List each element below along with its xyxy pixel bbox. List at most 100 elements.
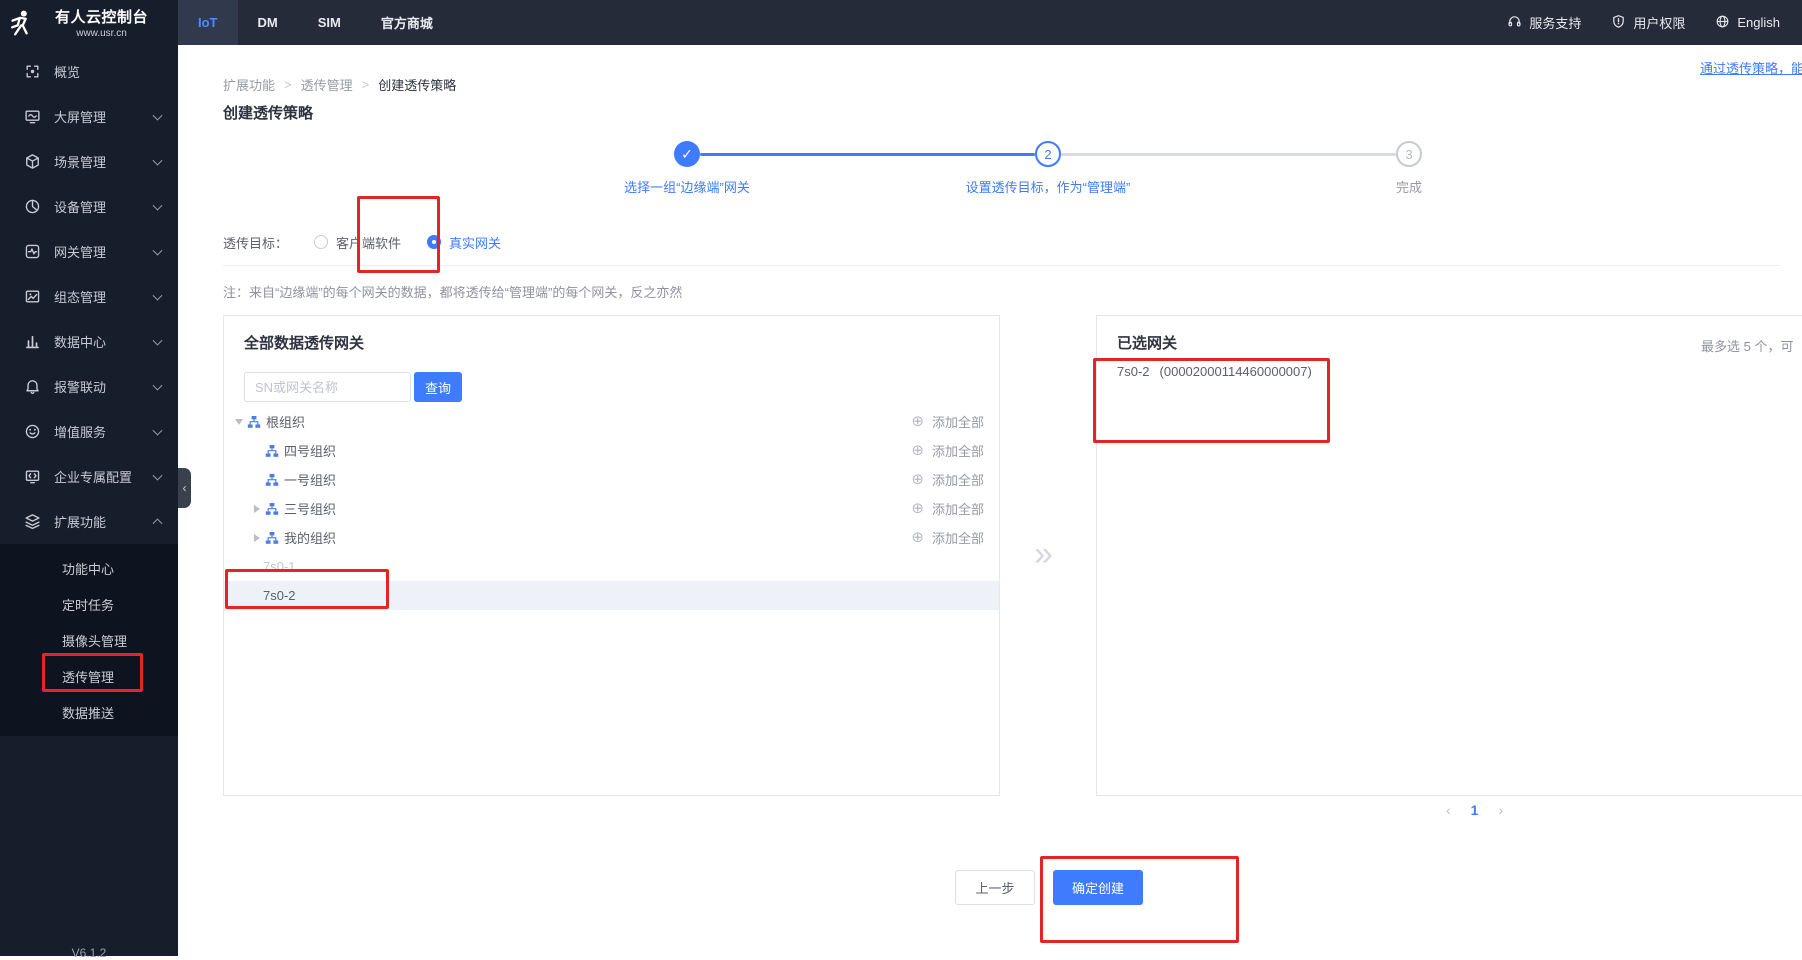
breadcrumb-item-扩展功能[interactable]: 扩展功能 xyxy=(223,75,275,94)
sidebar-item-报警联动[interactable]: 报警联动 xyxy=(0,364,178,409)
headset-icon xyxy=(1507,14,1522,32)
add-all-button[interactable]: ⊕ 添加全部 xyxy=(911,412,984,431)
sidebar-item-label: 增值服务 xyxy=(54,425,107,440)
tree-node-label: 一号组织 xyxy=(284,473,337,488)
step-circle-3: 3 xyxy=(1396,141,1422,167)
add-circle-icon: ⊕ xyxy=(911,500,924,517)
nav-tab-IoT[interactable]: IoT xyxy=(178,0,238,45)
radio-button xyxy=(314,235,329,249)
chevron-down-icon xyxy=(152,155,163,166)
navbar-item-English[interactable]: English xyxy=(1715,14,1780,32)
chevron-down-icon xyxy=(152,110,163,121)
chevron-down-icon xyxy=(152,290,163,301)
chevron-down-icon xyxy=(152,335,163,346)
alarm-icon xyxy=(23,378,41,396)
tree-org-一号组织[interactable]: 一号组织 ⊕ 添加全部 xyxy=(224,465,999,494)
extension-icon xyxy=(23,513,41,531)
sidebar-item-组态管理[interactable]: 组态管理 xyxy=(0,274,178,319)
sidebar-item-label: 组态管理 xyxy=(54,290,107,305)
all-gateways-panel: 全部数据透传网关 查询 根组织⊕添加全部四号组织⊕添加全部一号组织⊕添加全部三号… xyxy=(223,315,1000,796)
caret-right-icon[interactable] xyxy=(250,533,263,542)
tree-org-三号组织[interactable]: 三号组织 ⊕ 添加全部 xyxy=(224,494,999,523)
caret-right-icon[interactable] xyxy=(250,504,263,513)
usr-logo-icon xyxy=(6,8,36,38)
prev-page-button[interactable]: ‹ xyxy=(1446,802,1451,818)
sidebar-subitem-功能中心[interactable]: 功能中心 xyxy=(0,550,178,586)
sidebar-item-label: 概览 xyxy=(54,65,81,80)
sidebar-subitem-数据推送[interactable]: 数据推送 xyxy=(0,694,178,730)
navbar-item-label: 用户权限 xyxy=(1633,16,1686,31)
sidebar-item-增值服务[interactable]: 增值服务 xyxy=(0,409,178,454)
chevron-down-icon xyxy=(152,245,163,256)
scada-icon xyxy=(23,288,41,306)
sidebar-subitem-摄像头管理[interactable]: 摄像头管理 xyxy=(0,622,178,658)
add-all-label: 添加全部 xyxy=(931,531,984,546)
overview-icon xyxy=(23,63,41,81)
sidebar-collapse-handle[interactable]: ‹ xyxy=(178,468,191,508)
sidebar-item-数据中心[interactable]: 数据中心 xyxy=(0,319,178,364)
navbar-item-服务支持[interactable]: 服务支持 xyxy=(1507,13,1581,32)
tree-org-我的组织[interactable]: 我的组织 ⊕ 添加全部 xyxy=(224,523,999,552)
sidebar-item-扩展功能[interactable]: 扩展功能 xyxy=(0,499,178,544)
sidebar-item-场景管理[interactable]: 场景管理 xyxy=(0,139,178,184)
add-all-button[interactable]: ⊕ 添加全部 xyxy=(911,441,984,460)
search-button[interactable]: 查询 xyxy=(414,372,462,402)
current-page[interactable]: 1 xyxy=(1471,802,1479,818)
sidebar-item-大屏管理[interactable]: 大屏管理 xyxy=(0,94,178,139)
add-all-button[interactable]: ⊕ 添加全部 xyxy=(911,470,984,489)
sidebar-item-label: 扩展功能 xyxy=(54,515,107,530)
add-all-button[interactable]: ⊕ 添加全部 xyxy=(911,528,984,547)
gateway-tree: 根组织 ⊕ 添加全部 四号组织 ⊕ 添加全部 一号组织 ⊕ 添加全部 三号组织 ⊕ 添加全部 我的组织 ⊕… xyxy=(224,407,999,610)
help-link[interactable]: 通过透传策略，能 xyxy=(1700,58,1802,77)
radio-option-label: 客户端软件 xyxy=(336,235,402,251)
selected-gateway-item: 7s0-2 (00002000114460000007) xyxy=(1117,364,1312,379)
sidebar-subitem-透传管理[interactable]: 透传管理 xyxy=(0,658,178,694)
tree-org-根组织[interactable]: 根组织 ⊕ 添加全部 xyxy=(224,407,999,436)
selected-gateways-panel: 已选网关 最多选 5 个，可 7s0-2 (0000200011446000000… xyxy=(1096,315,1802,796)
tree-org-四号组织[interactable]: 四号组织 ⊕ 添加全部 xyxy=(224,436,999,465)
nav-tab-DM[interactable]: DM xyxy=(238,0,298,45)
sidebar-item-概览[interactable]: 概览 xyxy=(0,49,178,94)
globe-icon xyxy=(1715,14,1730,32)
chevron-down-icon xyxy=(152,200,163,211)
add-circle-icon: ⊕ xyxy=(911,529,924,546)
tree-gateway-7s0-1[interactable]: 7s0-1 xyxy=(224,552,999,581)
radio-option-真实网关[interactable]: 真实网关 xyxy=(427,233,501,252)
caret-down-icon[interactable] xyxy=(232,418,245,425)
sidebar-item-设备管理[interactable]: 设备管理 xyxy=(0,184,178,229)
previous-step-button[interactable]: 上一步 xyxy=(955,870,1035,905)
sidebar-subitem-定时任务[interactable]: 定时任务 xyxy=(0,586,178,622)
breadcrumb-separator: > xyxy=(284,77,292,92)
radio-option-客户端软件[interactable]: 客户端软件 xyxy=(314,233,401,252)
search-input[interactable] xyxy=(244,372,411,402)
stepper-line-pending xyxy=(1061,153,1396,156)
sidebar-item-企业专属配置[interactable]: 企业专属配置 xyxy=(0,454,178,499)
tree-node-label: 我的组织 xyxy=(284,531,337,546)
nav-tab-SIM[interactable]: SIM xyxy=(298,0,361,45)
confirm-create-button[interactable]: 确定创建 xyxy=(1053,870,1143,905)
tree-gateway-7s0-2[interactable]: 7s0-2 xyxy=(224,581,999,610)
selected-gateway-sn: (00002000114460000007) xyxy=(1159,364,1312,379)
tree-node-label: 根组织 xyxy=(266,415,306,430)
enterprise-icon xyxy=(23,468,41,486)
logo[interactable]: 有人云控制台 www.usr.cn xyxy=(0,0,178,45)
add-all-button[interactable]: ⊕ 添加全部 xyxy=(911,499,984,518)
sidebar-item-网关管理[interactable]: 网关管理 xyxy=(0,229,178,274)
target-radio-group: 客户端软件 真实网关 xyxy=(288,233,501,252)
next-page-button[interactable]: › xyxy=(1498,802,1503,818)
add-circle-icon: ⊕ xyxy=(911,471,924,488)
navbar-item-用户权限[interactable]: 用户权限 xyxy=(1611,13,1685,32)
breadcrumb-item-透传管理[interactable]: 透传管理 xyxy=(301,75,353,94)
sidebar: 有人云控制台 www.usr.cn 概览大屏管理 场景管理 设备管理 网关管理组态管理… xyxy=(0,0,178,960)
chevron-up-icon xyxy=(152,517,163,528)
nav-tab-官方商城[interactable]: 官方商城 xyxy=(361,0,453,45)
step-label-3: 完成 xyxy=(1395,180,1423,195)
chevron-down-icon xyxy=(152,380,163,391)
organization-icon xyxy=(265,502,279,516)
navbar-right: 服务支持 用户权限 English xyxy=(1507,0,1780,45)
chevron-down-icon xyxy=(152,425,163,436)
pagination: ‹ 1 › xyxy=(1446,802,1503,818)
selected-gateway-name: 7s0-2 xyxy=(1117,364,1150,379)
navbar-item-label: English xyxy=(1737,15,1780,30)
add-circle-icon: ⊕ xyxy=(911,442,924,459)
